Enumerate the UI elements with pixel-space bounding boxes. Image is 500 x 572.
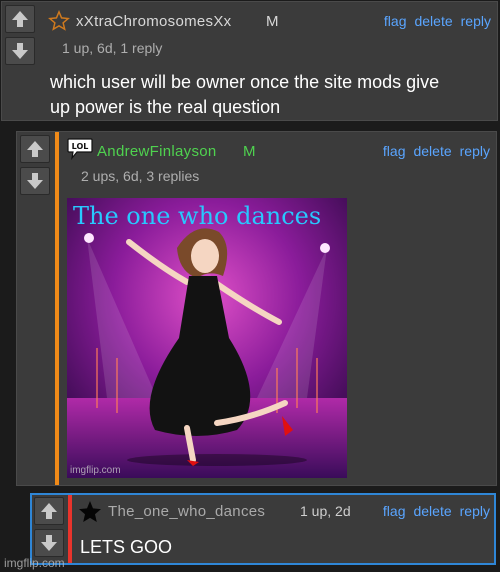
flag-link[interactable]: flag [383, 143, 406, 159]
flag-link[interactable]: flag [384, 13, 407, 29]
lol-icon: LOL [67, 138, 93, 165]
reply-link[interactable]: reply [460, 143, 490, 159]
comment-body: LOL AndrewFinlayson M flag delete reply 2 … [67, 132, 490, 485]
upvote-button[interactable] [5, 5, 35, 33]
delete-link[interactable]: delete [413, 503, 451, 519]
comment-body: The_one_who_dances 1 up, 2d flag delete re… [78, 495, 490, 563]
comment-meta: 1 up, 6d, 1 reply [62, 40, 163, 56]
reply-accent-bar [68, 495, 72, 563]
downvote-button[interactable] [20, 167, 50, 195]
comment-body: xXtraChromosomesXx M flag delete reply 1 u… [48, 2, 491, 120]
comment-meta: 1 up, 2d [300, 503, 351, 519]
mod-badge: M [266, 13, 279, 30]
comment-actions: flag delete reply [376, 13, 491, 29]
downvote-button[interactable] [5, 37, 35, 65]
upvote-button[interactable] [34, 497, 64, 525]
arrow-up-icon [27, 141, 43, 157]
downvote-button[interactable] [34, 529, 64, 557]
star-filled-icon [78, 500, 102, 529]
comment-header: The_one_who_dances 1 up, 2d flag delete re… [78, 500, 490, 522]
comment-2: LOL AndrewFinlayson M flag delete reply 2 … [16, 131, 497, 486]
comment-text: which user will be owner once the site m… [50, 70, 439, 120]
flag-link[interactable]: flag [383, 503, 406, 519]
comment-actions: flag delete reply [375, 143, 490, 159]
arrow-down-icon [12, 43, 28, 59]
arrow-down-icon [27, 173, 43, 189]
username[interactable]: xXtraChromosomesXx [76, 13, 231, 30]
comment-image[interactable]: The one who dances imgflip.com [67, 198, 347, 478]
dance-scene [67, 198, 347, 478]
comment-actions: flag delete reply [375, 503, 490, 519]
comment-1: xXtraChromosomesXx M flag delete reply 1 u… [1, 1, 498, 121]
vote-controls [34, 497, 64, 561]
comment-header: xXtraChromosomesXx M flag delete reply [48, 9, 491, 32]
reply-link[interactable]: reply [460, 503, 490, 519]
arrow-up-icon [41, 503, 57, 519]
comment-3: The_one_who_dances 1 up, 2d flag delete re… [30, 493, 496, 565]
delete-link[interactable]: delete [414, 13, 452, 29]
vote-controls [5, 5, 35, 69]
delete-link[interactable]: delete [413, 143, 451, 159]
lol-badge-text: LOL [72, 142, 89, 151]
image-caption: The one who dances [73, 202, 322, 230]
comment-text-line: up power is the real question [50, 97, 281, 117]
reply-link[interactable]: reply [461, 13, 491, 29]
vote-controls [20, 135, 50, 199]
comment-text: LETS GOO [80, 537, 173, 557]
reply-accent-bar [55, 132, 59, 485]
arrow-down-icon [41, 535, 57, 551]
site-watermark: imgflip.com [4, 556, 65, 570]
username[interactable]: AndrewFinlayson [97, 143, 217, 160]
comment-header: LOL AndrewFinlayson M flag delete reply [67, 138, 490, 165]
comment-text-line: which user will be owner once the site m… [50, 72, 440, 92]
image-watermark: imgflip.com [70, 465, 121, 476]
username[interactable]: The_one_who_dances [108, 503, 265, 520]
upvote-button[interactable] [20, 135, 50, 163]
star-outline-icon [48, 9, 70, 37]
mod-badge: M [243, 143, 256, 160]
comment-meta: 2 ups, 6d, 3 replies [81, 168, 200, 184]
arrow-up-icon [12, 11, 28, 27]
